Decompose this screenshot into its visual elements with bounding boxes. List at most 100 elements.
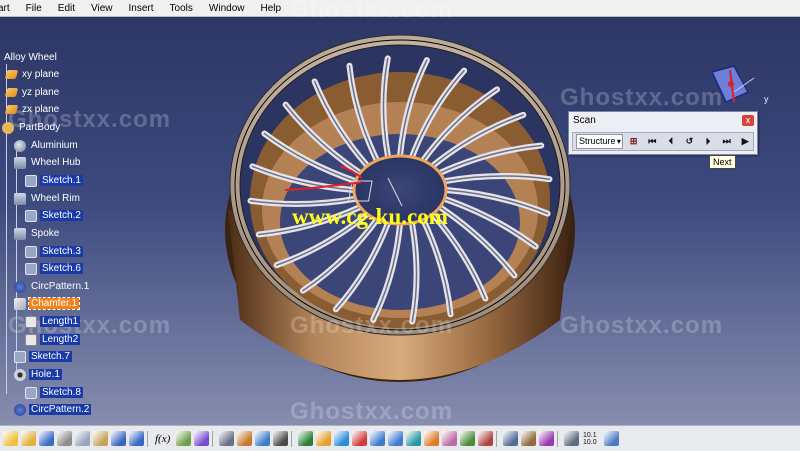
table-icon[interactable] bbox=[219, 431, 234, 446]
specification-tree: Alloy Wheel xy plane yz plane zx plane P… bbox=[0, 46, 140, 426]
knowledge-icon[interactable] bbox=[194, 431, 209, 446]
previous-icon[interactable]: ⏴ bbox=[663, 135, 679, 148]
section-icon[interactable] bbox=[539, 431, 554, 446]
toolbar-separator bbox=[496, 430, 497, 447]
tree-item-xy-plane[interactable]: xy plane bbox=[4, 67, 61, 82]
copy-icon[interactable] bbox=[75, 431, 90, 446]
toolbar-separator bbox=[557, 430, 558, 447]
tree-item-yz-plane[interactable]: yz plane bbox=[4, 85, 61, 100]
open-icon[interactable] bbox=[21, 431, 36, 446]
tree-item-sketch-8[interactable]: Sketch.8 bbox=[25, 385, 83, 400]
ruler-icon[interactable] bbox=[521, 431, 536, 446]
menu-insert[interactable]: Insert bbox=[121, 3, 162, 14]
pad-icon bbox=[14, 227, 26, 240]
scan-title: Scan bbox=[573, 115, 596, 126]
hide-icon[interactable] bbox=[460, 431, 475, 446]
tree-item-aluminium[interactable]: Aluminium bbox=[14, 138, 80, 153]
plane-icon bbox=[4, 70, 19, 79]
tree-item-wheel-hub[interactable]: Wheel Hub bbox=[14, 155, 82, 170]
sketch-icon bbox=[14, 350, 26, 363]
zoom-in-icon[interactable] bbox=[370, 431, 385, 446]
tree-icon[interactable]: ⊞ bbox=[626, 135, 642, 148]
parameter-icon bbox=[25, 333, 37, 346]
compass-axis-y: y bbox=[764, 94, 769, 104]
hole-icon[interactable] bbox=[273, 431, 288, 446]
menu-edit[interactable]: Edit bbox=[50, 3, 83, 14]
step-back-icon[interactable]: ↺ bbox=[682, 135, 698, 148]
chamfer-icon bbox=[14, 297, 26, 310]
scan-toolbar: Scan x Structure ▾ ⊞ ⏮ ⏴ ↺ ⏵ ⏭ ▶ bbox=[568, 111, 758, 155]
first-icon[interactable]: ⏮ bbox=[644, 135, 660, 148]
tree-item-sketch-7[interactable]: Sketch.7 bbox=[14, 349, 72, 364]
formula-fx-icon[interactable]: f(x) bbox=[155, 433, 173, 445]
shading-icon[interactable] bbox=[442, 431, 457, 446]
tree-item-length2[interactable]: Length2 bbox=[25, 332, 81, 347]
material-icon bbox=[14, 139, 26, 152]
menu-bar: art File Edit View Insert Tools Window H… bbox=[0, 0, 800, 17]
sketch-icon bbox=[25, 262, 37, 275]
circpattern-icon bbox=[14, 280, 26, 293]
iso-view-icon[interactable] bbox=[424, 431, 439, 446]
menu-file[interactable]: File bbox=[18, 3, 50, 14]
plugin-icon[interactable] bbox=[564, 431, 579, 446]
next-icon[interactable]: ⏵ bbox=[700, 135, 716, 148]
analysis-icon[interactable] bbox=[503, 431, 518, 446]
tree-item-hole-1[interactable]: Hole.1 bbox=[14, 367, 62, 382]
zoom-value: 10.0 bbox=[583, 438, 597, 446]
tree-item-sketch-6[interactable]: Sketch.6 bbox=[25, 261, 83, 276]
help-icon[interactable] bbox=[604, 431, 619, 446]
menu-view[interactable]: View bbox=[83, 3, 121, 14]
scan-mode-select[interactable]: Structure ▾ bbox=[576, 134, 623, 149]
play-icon[interactable]: ▶ bbox=[737, 135, 753, 148]
inertia-icon[interactable] bbox=[255, 431, 270, 446]
tree-item-circpattern-2[interactable]: CircPattern.2 bbox=[14, 402, 92, 417]
undo-icon[interactable] bbox=[111, 431, 126, 446]
new-icon[interactable] bbox=[3, 431, 18, 446]
menu-window[interactable]: Window bbox=[201, 3, 253, 14]
plane-icon bbox=[4, 105, 19, 114]
normal-view-icon[interactable] bbox=[406, 431, 421, 446]
menu-help[interactable]: Help bbox=[252, 3, 289, 14]
close-icon[interactable]: x bbox=[742, 115, 754, 126]
tree-item-spoke[interactable]: Spoke bbox=[14, 226, 61, 241]
menu-tools[interactable]: Tools bbox=[162, 3, 201, 14]
rotate-icon[interactable] bbox=[352, 431, 367, 446]
tree-item-wheel-rim[interactable]: Wheel Rim bbox=[14, 191, 82, 206]
tree-root[interactable]: Alloy Wheel bbox=[2, 50, 59, 65]
circpattern-icon bbox=[14, 403, 26, 416]
menu-start[interactable]: art bbox=[0, 3, 18, 14]
hole-icon bbox=[14, 368, 26, 381]
measure-icon[interactable] bbox=[237, 431, 252, 446]
toolbar-separator bbox=[147, 430, 148, 447]
bottom-toolbar: f(x) 10.1 10.0 bbox=[0, 425, 800, 451]
tree-item-zx-plane[interactable]: zx plane bbox=[4, 102, 61, 117]
tree-item-partbody[interactable]: PartBody bbox=[2, 120, 62, 135]
zoom-out-icon[interactable] bbox=[388, 431, 403, 446]
formula-icon[interactable] bbox=[176, 431, 191, 446]
save-icon[interactable] bbox=[39, 431, 54, 446]
scan-controls: Structure ▾ ⊞ ⏮ ⏴ ↺ ⏵ ⏭ ▶ bbox=[572, 132, 754, 151]
tree-item-sketch-1[interactable]: Sketch.1 bbox=[25, 173, 83, 188]
sketch-icon bbox=[25, 209, 37, 222]
body-icon bbox=[2, 121, 14, 134]
sketch-icon bbox=[25, 245, 37, 258]
plane-icon bbox=[4, 88, 19, 97]
swap-icon[interactable] bbox=[478, 431, 493, 446]
snap-icon[interactable] bbox=[316, 431, 331, 446]
tree-item-chamfer-1[interactable]: Chamfer.1 bbox=[14, 296, 81, 311]
shaft-icon bbox=[14, 192, 26, 205]
paste-icon[interactable] bbox=[93, 431, 108, 446]
toolbar-separator bbox=[291, 430, 292, 447]
last-icon[interactable]: ⏭ bbox=[719, 135, 735, 148]
next-tooltip: Next bbox=[709, 155, 736, 169]
tree-item-sketch-2[interactable]: Sketch.2 bbox=[25, 208, 83, 223]
cut-icon[interactable] bbox=[57, 431, 72, 446]
axis-icon[interactable] bbox=[298, 431, 313, 446]
chevron-down-icon: ▾ bbox=[616, 137, 621, 146]
sketch-icon bbox=[25, 386, 37, 399]
pan-icon[interactable] bbox=[334, 431, 349, 446]
tree-item-circpattern-1[interactable]: CircPattern.1 bbox=[14, 279, 91, 294]
tree-item-sketch-3[interactable]: Sketch.3 bbox=[25, 244, 83, 259]
tree-item-length1[interactable]: Length1 bbox=[25, 314, 81, 329]
redo-icon[interactable] bbox=[129, 431, 144, 446]
